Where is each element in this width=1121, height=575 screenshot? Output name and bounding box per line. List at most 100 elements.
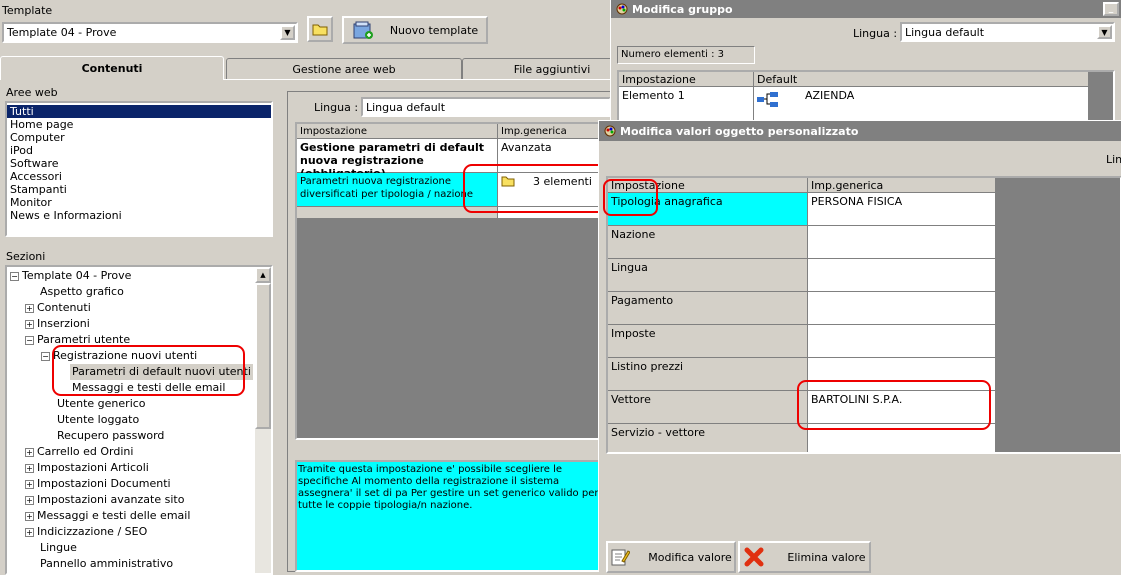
list-item[interactable]: iPod: [7, 144, 271, 157]
tree-item-messaggi[interactable]: + Messaggi e testi delle email: [25, 508, 190, 524]
collapse-icon[interactable]: −: [25, 335, 34, 345]
tree-item-avanzate[interactable]: + Impostazioni avanzate sito: [25, 492, 184, 508]
template-group-label: Template: [2, 4, 53, 17]
gruppo-grid[interactable]: Impostazione Default Elemento 1 AZIENDA: [617, 70, 1115, 125]
delete-icon: [744, 547, 764, 567]
collapse-icon[interactable]: −: [10, 271, 19, 281]
template-group: Template Template 04 - Prove ▼: [0, 4, 302, 52]
scroll-up-icon[interactable]: ▲: [255, 267, 271, 283]
template-select-value: Template 04 - Prove: [7, 26, 117, 39]
valori-row-value[interactable]: PERSONA FISICA: [808, 193, 996, 226]
tree-item-inserzioni[interactable]: + Inserzioni: [25, 316, 90, 332]
list-item[interactable]: Accessori: [7, 170, 271, 183]
tree-root[interactable]: − Template 04 - Prove: [10, 268, 131, 284]
highlight-vettore: [797, 380, 991, 430]
col-impostazione-header[interactable]: Impostazione: [297, 124, 498, 139]
scroll-thumb[interactable]: [255, 283, 271, 429]
collapse-icon[interactable]: −: [41, 351, 50, 361]
gruppo-row-value-cell[interactable]: AZIENDA: [754, 87, 1089, 121]
valori-row-label[interactable]: Pagamento: [608, 292, 808, 325]
chevron-down-icon[interactable]: ▼: [1097, 25, 1112, 39]
minimize-button[interactable]: _: [1103, 2, 1119, 16]
modifica-gruppo-titlebar[interactable]: Modifica gruppo _: [611, 0, 1121, 18]
description-text: Tramite questa impostazione e' possibile…: [298, 464, 599, 511]
aree-web-label: Aree web: [6, 86, 58, 99]
elimina-valore-button[interactable]: Elimina valore: [738, 541, 871, 573]
valori-row-value[interactable]: [808, 259, 996, 292]
edit-icon: [611, 549, 631, 566]
list-item[interactable]: Home page: [7, 118, 271, 131]
list-item[interactable]: Monitor: [7, 196, 271, 209]
valori-lingua-label-partial: Ling: [1106, 153, 1121, 166]
new-template-label: Nuovo template: [389, 23, 479, 37]
tree-item-carrello[interactable]: + Carrello ed Ordini: [25, 444, 133, 460]
list-item[interactable]: Computer: [7, 131, 271, 144]
col-generica-header[interactable]: Imp.generica: [498, 124, 603, 139]
modifica-gruppo-title: Modifica gruppo: [632, 2, 733, 16]
modifica-valori-window: Modifica valori oggetto personalizzato L…: [598, 120, 1121, 573]
aree-web-list[interactable]: Tutti Home page Computer iPod Software A…: [5, 101, 273, 237]
gruppo-col-default[interactable]: Default: [754, 72, 1089, 87]
tab-divider: [224, 79, 624, 80]
modifica-valore-button[interactable]: Modifica valore: [606, 541, 736, 573]
new-template-button[interactable]: Nuovo template: [342, 16, 488, 44]
sezioni-label: Sezioni: [6, 250, 46, 263]
tree-item-utente-generico[interactable]: Utente generico: [57, 396, 146, 412]
expand-icon[interactable]: +: [25, 447, 34, 457]
new-template-icon: [353, 21, 373, 39]
tree-item-recupero[interactable]: Recupero password: [57, 428, 164, 444]
gruppo-lingua-select[interactable]: Lingua default ▼: [900, 22, 1115, 42]
valori-row-label[interactable]: Listino prezzi: [608, 358, 808, 391]
valori-row-value[interactable]: [808, 226, 996, 259]
valori-row-value[interactable]: [808, 325, 996, 358]
list-item[interactable]: News e Informazioni: [7, 209, 271, 222]
expand-icon[interactable]: +: [25, 495, 34, 505]
valori-col-generica[interactable]: Imp.generica: [808, 178, 996, 193]
highlight-tipologia: [603, 179, 658, 216]
app-icon: [616, 3, 628, 15]
valori-row-label[interactable]: Nazione: [608, 226, 808, 259]
app-icon: [604, 125, 616, 137]
tree-item-articoli[interactable]: + Impostazioni Articoli: [25, 460, 149, 476]
expand-icon[interactable]: +: [25, 303, 34, 313]
expand-icon[interactable]: +: [25, 527, 34, 537]
tree-item-utente-loggato[interactable]: Utente loggato: [57, 412, 139, 428]
list-item[interactable]: Tutti: [7, 105, 271, 118]
expand-icon[interactable]: +: [25, 479, 34, 489]
valori-row-label[interactable]: Lingua: [608, 259, 808, 292]
sezioni-tree[interactable]: − Template 04 - Prove Aspetto grafico + Co…: [5, 265, 273, 575]
expand-icon[interactable]: +: [25, 463, 34, 473]
tree-scrollbar[interactable]: ▲: [255, 267, 271, 573]
open-folder-button[interactable]: [307, 16, 333, 42]
valori-row-label[interactable]: Vettore: [608, 391, 808, 424]
highlight-tree: [52, 345, 245, 396]
folder-icon: [312, 24, 328, 36]
valori-row-label[interactable]: Imposte: [608, 325, 808, 358]
tree-item-pannello[interactable]: Pannello amministrativo: [40, 556, 173, 572]
list-item[interactable]: Software: [7, 157, 271, 170]
gruppo-row-value: AZIENDA: [805, 89, 855, 102]
gruppo-col-impostazione[interactable]: Impostazione: [619, 72, 754, 87]
tab-contenuti[interactable]: Contenuti: [0, 56, 224, 80]
tree-item-documenti[interactable]: + Impostazioni Documenti: [25, 476, 171, 492]
tab-gestione-aree-web[interactable]: Gestione aree web: [226, 58, 462, 79]
tree-item-contenuti[interactable]: + Contenuti: [25, 300, 91, 316]
expand-icon[interactable]: +: [25, 511, 34, 521]
expand-icon[interactable]: +: [25, 319, 34, 329]
gruppo-row-label[interactable]: Elemento 1: [619, 87, 754, 121]
valori-row-value[interactable]: [808, 292, 996, 325]
tree-item-aspetto[interactable]: Aspetto grafico: [40, 284, 124, 300]
list-item[interactable]: Stampanti: [7, 183, 271, 196]
numero-elementi: Numero elementi : 3: [617, 46, 755, 64]
chevron-down-icon[interactable]: ▼: [280, 25, 295, 40]
valori-row-label[interactable]: Servizio - vettore: [608, 424, 808, 452]
description-box: Tramite questa impostazione e' possibile…: [295, 460, 605, 572]
tree-item-seo[interactable]: + Indicizzazione / SEO: [25, 524, 147, 540]
modifica-gruppo-window: Modifica gruppo _ Lingua : Lingua defaul…: [610, 0, 1121, 125]
template-select[interactable]: Template 04 - Prove ▼: [2, 22, 298, 43]
modifica-valori-titlebar[interactable]: Modifica valori oggetto personalizzato: [599, 121, 1121, 141]
modifica-valori-title: Modifica valori oggetto personalizzato: [620, 124, 859, 138]
center-lingua-label: Lingua :: [314, 101, 359, 114]
center-lingua-select[interactable]: Lingua default: [361, 97, 611, 117]
tree-item-lingue[interactable]: Lingue: [40, 540, 77, 556]
